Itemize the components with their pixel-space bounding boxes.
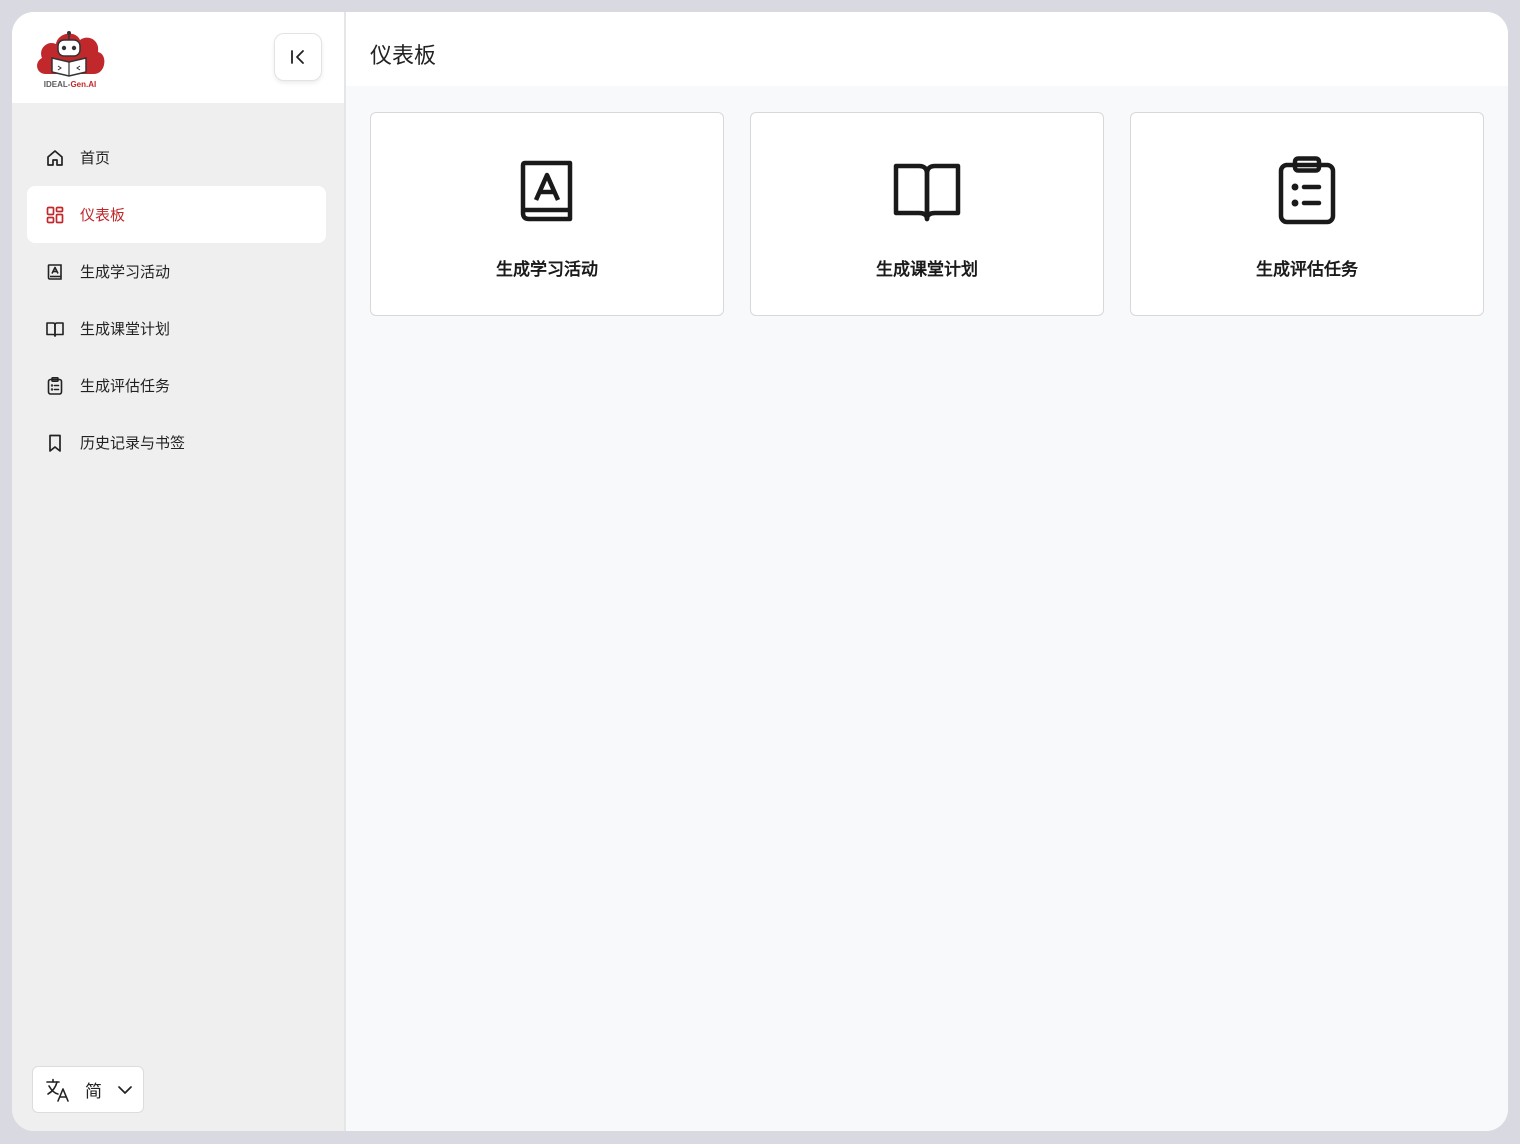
- card-learning-activity[interactable]: 生成学习活动: [370, 112, 724, 316]
- robot-cloud-logo-icon: [37, 31, 105, 77]
- language-selector[interactable]: 简: [32, 1066, 144, 1113]
- card-lesson-plan[interactable]: 生成课堂计划: [750, 112, 1104, 316]
- sidebar-item-home[interactable]: 首页: [27, 129, 326, 186]
- book-letter-icon: [520, 160, 573, 222]
- main-header: 仪表板: [346, 12, 1508, 86]
- open-book-icon: [44, 318, 66, 340]
- bookmark-icon: [44, 432, 66, 454]
- sidebar-nav: 首页 仪表板 生成学习活动 生成课堂计划 生成评估任务 历史记录与书签: [27, 129, 326, 471]
- sidebar-item-label: 生成课堂计划: [80, 320, 171, 338]
- app-window: IDEAL-Gen.AI 首页 仪表板 生成学习活动 生成课堂计划 生成评估任务…: [12, 12, 1508, 1131]
- collapse-sidebar-button[interactable]: [274, 33, 322, 81]
- sidebar-item-learning-activity[interactable]: 生成学习活动: [27, 243, 326, 300]
- sidebar-item-history-bookmarks[interactable]: 历史记录与书签: [27, 414, 326, 471]
- language-current: 简: [85, 1082, 102, 1102]
- book-letter-icon: [44, 261, 66, 283]
- sidebar-item-label: 生成评估任务: [80, 377, 171, 395]
- open-book-icon: [893, 163, 961, 222]
- sidebar-item-label: 首页: [80, 149, 111, 167]
- card-label: 生成评估任务: [1256, 260, 1358, 280]
- home-icon: [44, 147, 66, 169]
- translate-icon: [46, 1078, 69, 1102]
- collapse-left-icon: [291, 50, 304, 64]
- clipboard-icon: [44, 375, 66, 397]
- dashboard-icon: [44, 204, 66, 226]
- card-assessment[interactable]: 生成评估任务: [1130, 112, 1484, 316]
- card-label: 生成课堂计划: [876, 260, 978, 280]
- page-title: 仪表板: [370, 44, 437, 69]
- card-label: 生成学习活动: [496, 260, 598, 280]
- chevron-down-icon: [118, 1085, 132, 1094]
- logo[interactable]: IDEAL-Gen.AI: [32, 24, 112, 92]
- sidebar-item-label: 历史记录与书签: [80, 434, 186, 452]
- sidebar-item-lesson-plan[interactable]: 生成课堂计划: [27, 300, 326, 357]
- sidebar-item-label: 仪表板: [80, 206, 126, 224]
- clipboard-icon: [1278, 156, 1336, 225]
- sidebar-item-label: 生成学习活动: [80, 263, 171, 281]
- main-content: 仪表板 生成学习活动 生成课堂计划 生成评估任务: [346, 12, 1508, 1131]
- sidebar-item-dashboard[interactable]: 仪表板: [27, 186, 326, 243]
- logo-text: IDEAL-Gen.AI: [43, 80, 97, 89]
- sidebar: IDEAL-Gen.AI 首页 仪表板 生成学习活动 生成课堂计划 生成评估任务…: [12, 12, 346, 1131]
- sidebar-header: IDEAL-Gen.AI: [12, 12, 344, 103]
- sidebar-item-assessment[interactable]: 生成评估任务: [27, 357, 326, 414]
